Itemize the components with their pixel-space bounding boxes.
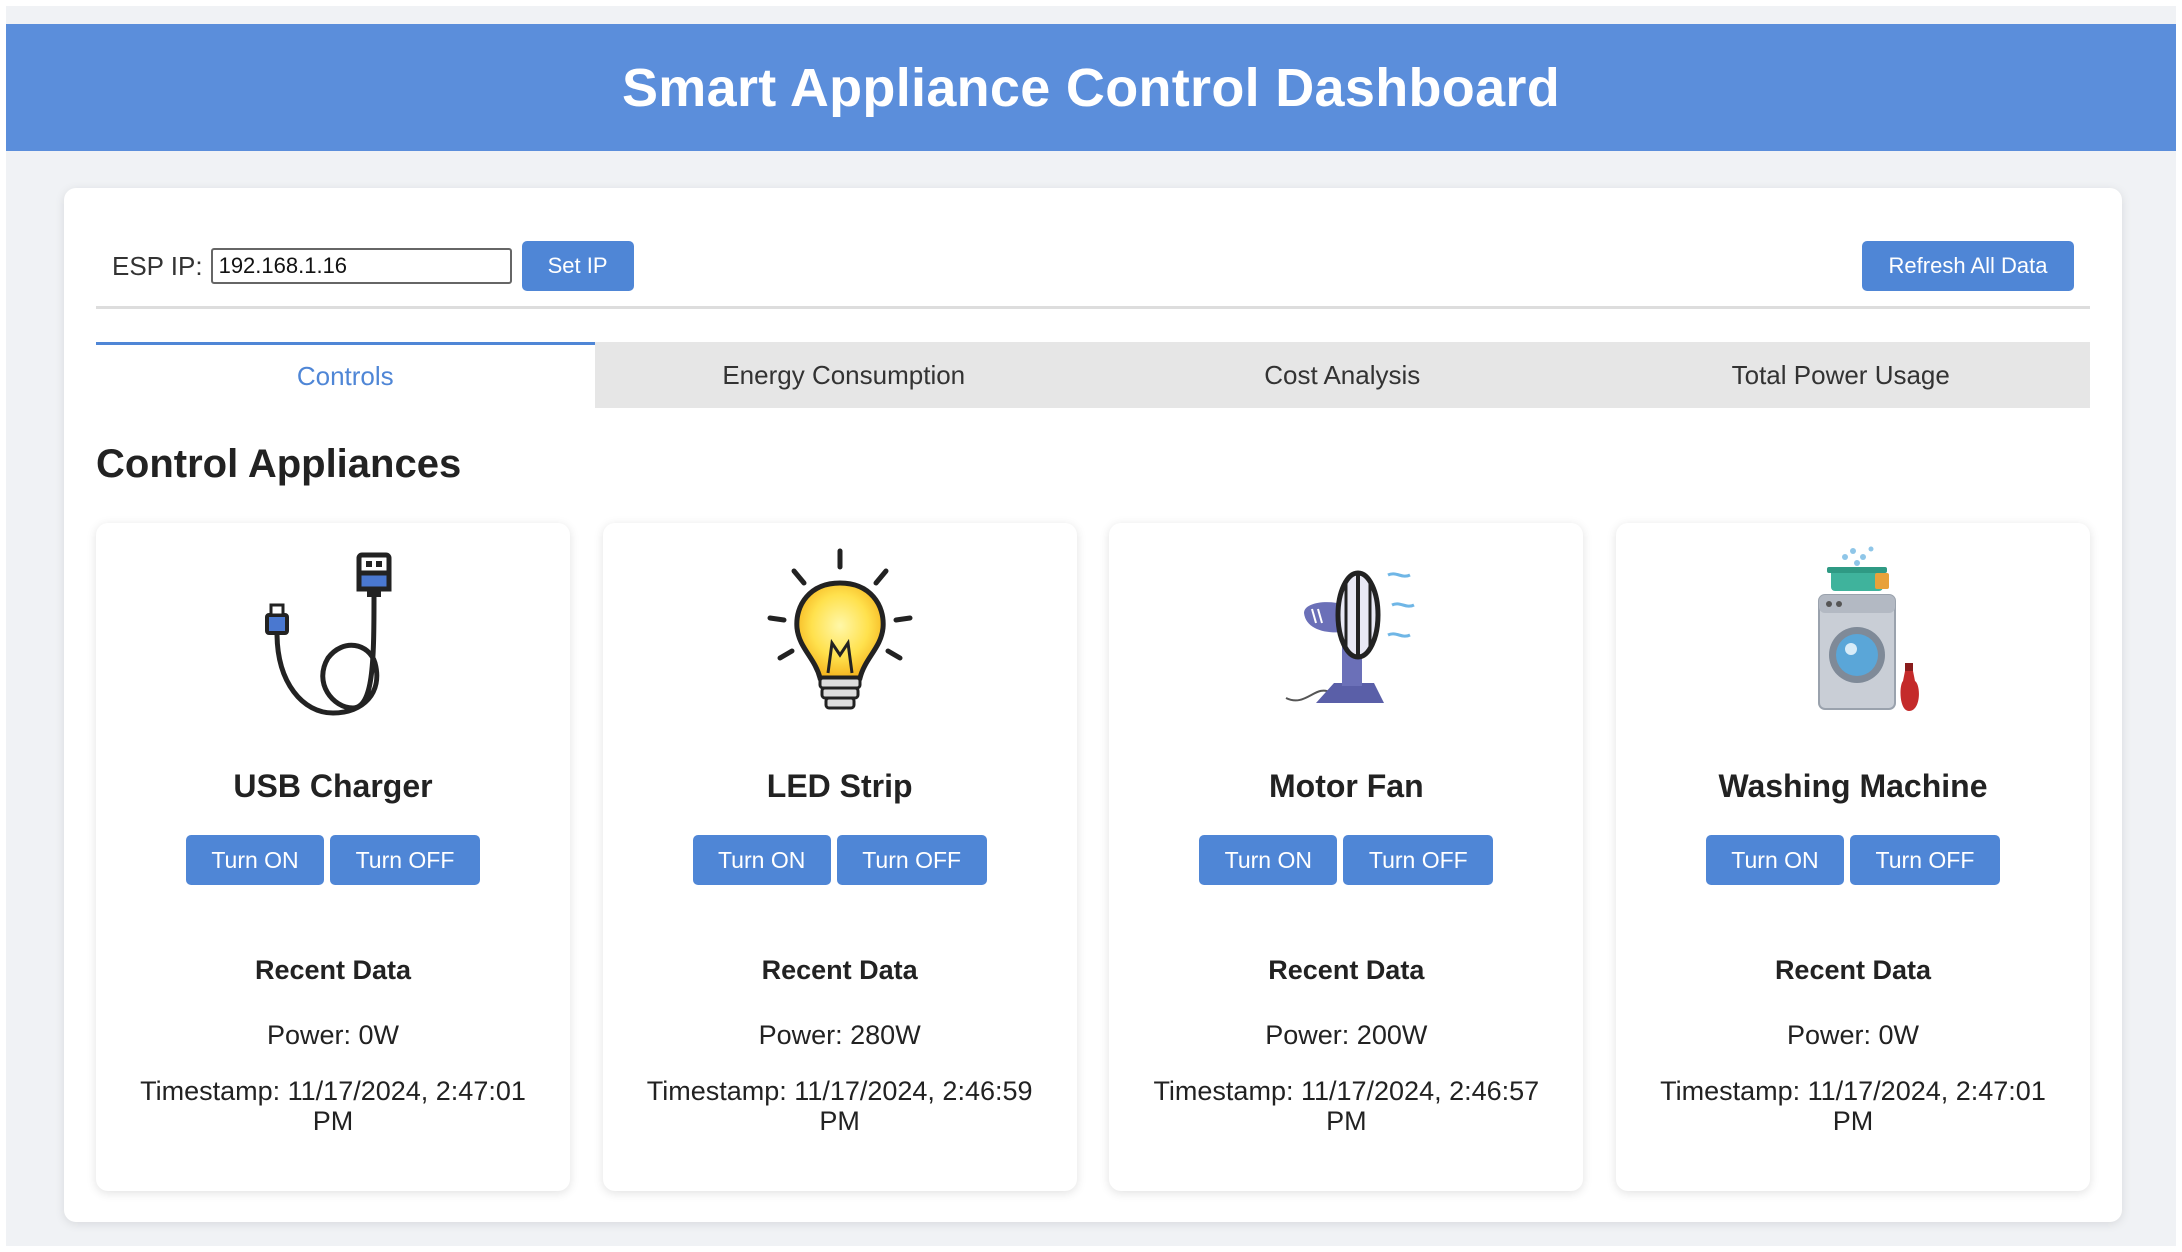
appliance-card-motor-fan: Motor Fan Turn ON Turn OFF Recent Data P… — [1109, 523, 1584, 1191]
toolbar: ESP IP: Set IP Refresh All Data — [96, 238, 2090, 294]
refresh-all-data-button[interactable]: Refresh All Data — [1862, 241, 2074, 291]
turn-off-button[interactable]: Turn OFF — [330, 835, 480, 885]
turn-off-button[interactable]: Turn OFF — [1849, 835, 2000, 885]
recent-data-heading: Recent Data — [761, 955, 918, 985]
recent-data-heading: Recent Data — [1268, 955, 1425, 985]
app-header: Smart Appliance Control Dashboard — [6, 24, 2176, 151]
washing-machine-icon — [1817, 546, 1919, 711]
appliance-name: Motor Fan — [1268, 768, 1424, 804]
turn-on-button[interactable]: Turn ON — [1705, 835, 1844, 885]
esp-ip-label: ESP IP: — [112, 250, 203, 281]
appliance-card-led-strip: LED Strip Turn ON Turn OFF Recent Data P… — [602, 523, 1077, 1191]
turn-off-button[interactable]: Turn OFF — [1343, 835, 1494, 885]
appliance-buttons: Turn ON Turn OFF — [603, 835, 1077, 885]
appliance-card-usb-charger: USB Charger Turn ON Turn OFF Recent Data… — [96, 523, 570, 1191]
appliance-card-washing-machine: Washing Machine Turn ON Turn OFF Recent … — [1615, 523, 2090, 1191]
power-reading: Power: 280W — [758, 1020, 921, 1050]
turn-on-button[interactable]: Turn ON — [1199, 835, 1338, 885]
main-panel: ESP IP: Set IP Refresh All Data Controls… — [64, 188, 2122, 1222]
light-bulb-icon — [767, 548, 913, 710]
tab-energy-consumption[interactable]: Energy Consumption — [594, 342, 1093, 408]
ip-config-group: ESP IP: Set IP — [96, 241, 634, 291]
power-reading: Power: 0W — [1786, 1020, 1919, 1050]
appliance-name: LED Strip — [766, 768, 913, 804]
esp-ip-input[interactable] — [210, 248, 512, 284]
appliance-buttons: Turn ON Turn OFF — [1616, 835, 2090, 885]
turn-on-button[interactable]: Turn ON — [692, 835, 831, 885]
desk-fan-icon — [1285, 570, 1415, 703]
timestamp-reading: Timestamp: 11/17/2024, 2:46:57 PM — [1153, 1076, 1540, 1136]
appliance-buttons: Turn ON Turn OFF — [1109, 835, 1583, 885]
power-reading: Power: 200W — [1265, 1020, 1428, 1050]
toolbar-divider — [96, 306, 2090, 309]
appliance-buttons: Turn ON Turn OFF — [96, 835, 570, 885]
recent-data-heading: Recent Data — [1774, 955, 1931, 985]
power-reading: Power: 0W — [266, 1020, 400, 1050]
timestamp-reading: Timestamp: 11/17/2024, 2:47:01 PM — [140, 1076, 526, 1136]
turn-on-button[interactable]: Turn ON — [186, 835, 324, 885]
section-title: Control Appliances — [96, 442, 462, 486]
timestamp-reading: Timestamp: 11/17/2024, 2:47:01 PM — [1660, 1076, 2046, 1136]
usb-cable-icon — [265, 552, 392, 716]
appliance-name: USB Charger — [233, 768, 433, 804]
appliance-name: Washing Machine — [1718, 768, 1988, 804]
tab-controls[interactable]: Controls — [96, 342, 595, 408]
timestamp-reading: Timestamp: 11/17/2024, 2:46:59 PM — [646, 1076, 1033, 1136]
recent-data-heading: Recent Data — [254, 955, 412, 985]
tab-cost-analysis[interactable]: Cost Analysis — [1093, 342, 1592, 408]
turn-off-button[interactable]: Turn OFF — [836, 835, 987, 885]
appliance-cards: USB Charger Turn ON Turn OFF Recent Data… — [96, 523, 2090, 1191]
set-ip-button[interactable]: Set IP — [521, 241, 634, 291]
page-title: Smart Appliance Control Dashboard — [621, 57, 1561, 118]
tab-total-power-usage[interactable]: Total Power Usage — [1591, 342, 2090, 408]
tab-bar: Controls Energy Consumption Cost Analysi… — [96, 342, 2090, 408]
